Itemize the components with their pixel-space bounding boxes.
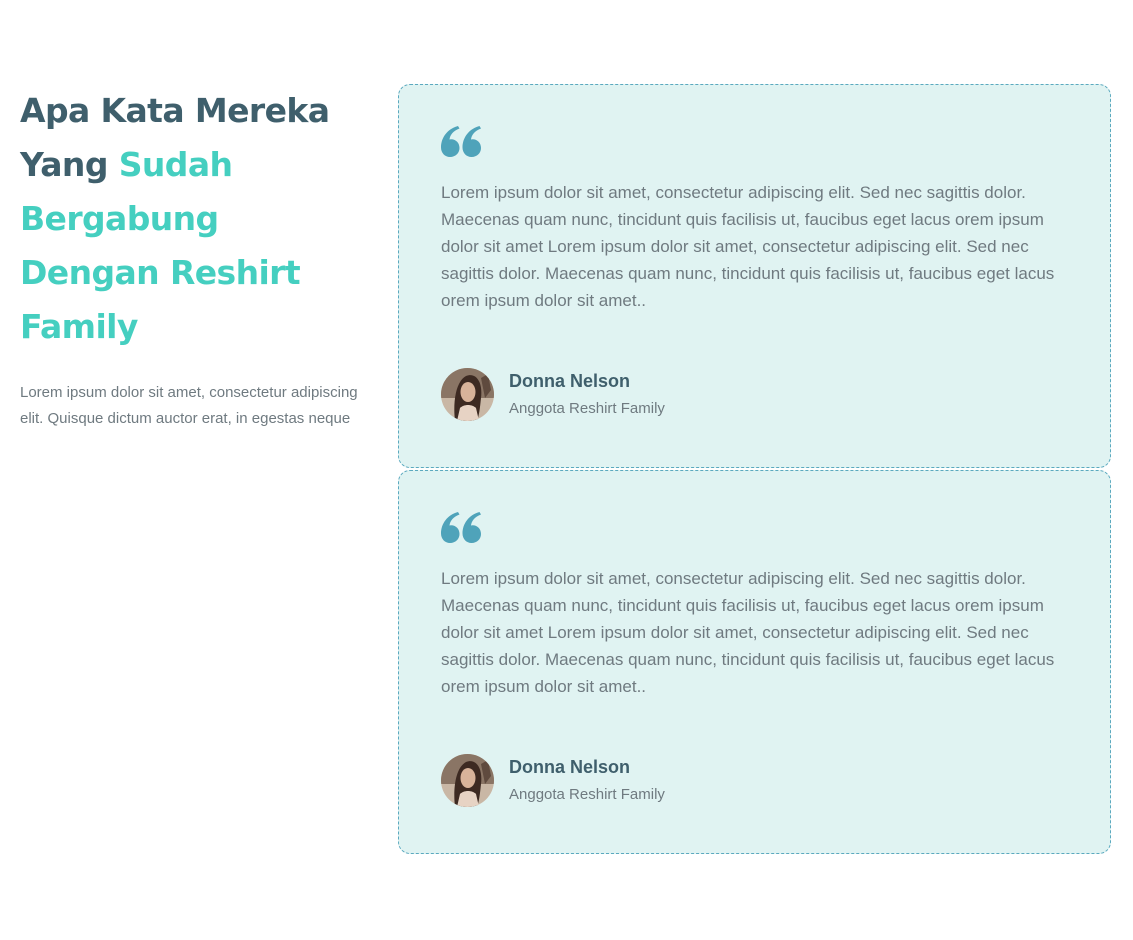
- testimonial-card: Lorem ipsum dolor sit amet, consectetur …: [398, 84, 1111, 468]
- avatar: [441, 754, 494, 807]
- author-role: Anggota Reshirt Family: [509, 400, 665, 417]
- user-avatar-icon: [441, 754, 494, 807]
- testimonial-text: Lorem ipsum dolor sit amet, consectetur …: [441, 569, 1055, 696]
- author-name: Donna Nelson: [509, 757, 631, 777]
- quote-icon: [441, 512, 481, 543]
- testimonial-card: Lorem ipsum dolor sit amet, consectetur …: [398, 470, 1111, 854]
- author-name: Donna Nelson: [509, 371, 631, 391]
- avatar: [441, 368, 494, 421]
- testimonial-text: Lorem ipsum dolor sit amet, consectetur …: [441, 183, 1055, 310]
- user-avatar-icon: [441, 368, 494, 421]
- section-heading: Apa Kata Mereka Yang Sudah Bergabung Den…: [20, 84, 360, 354]
- quote-icon: [441, 126, 481, 157]
- author-role: Anggota Reshirt Family: [509, 786, 665, 803]
- section-intro: Apa Kata Mereka Yang Sudah Bergabung Den…: [20, 84, 360, 432]
- section-description: Lorem ipsum dolor sit amet, consectetur …: [20, 384, 358, 427]
- testimonials-section: Apa Kata Mereka Yang Sudah Bergabung Den…: [0, 0, 1133, 940]
